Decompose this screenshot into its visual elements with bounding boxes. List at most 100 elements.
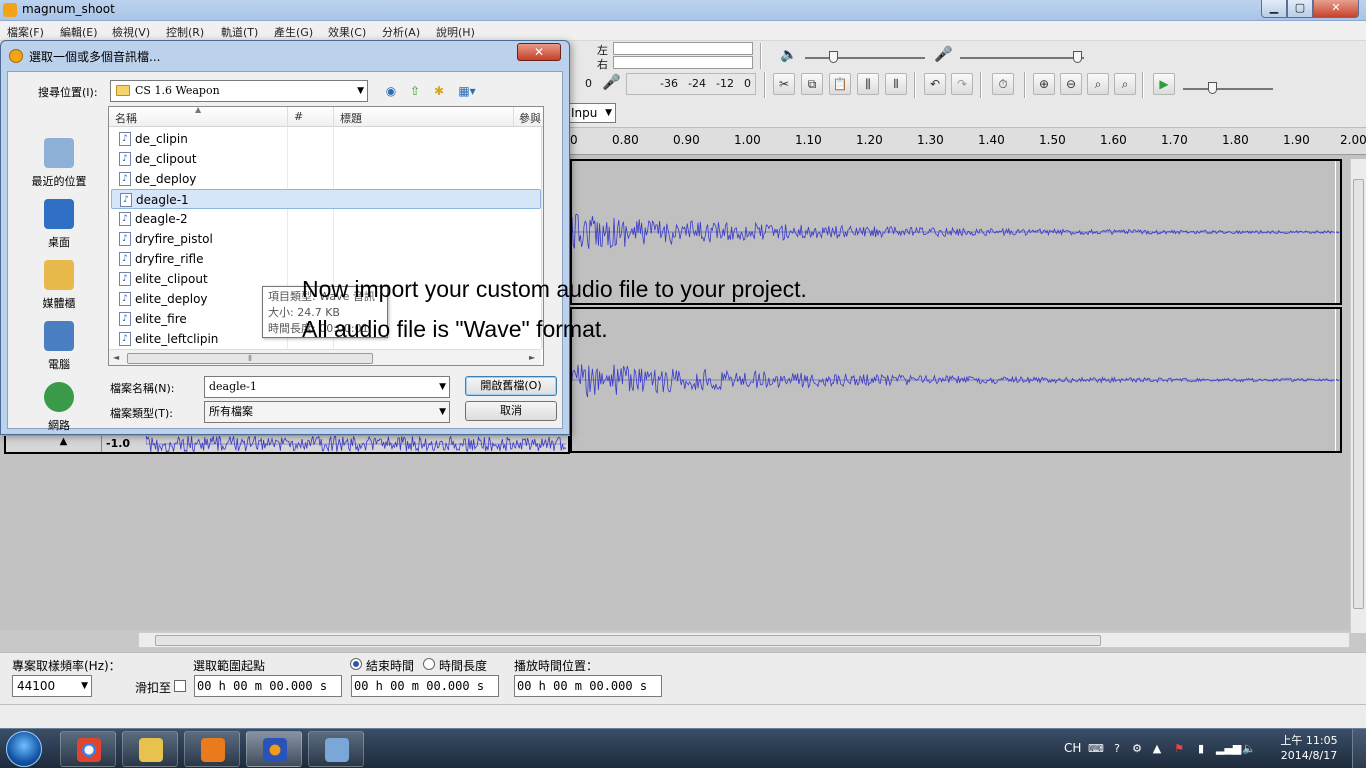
play-speed-slider[interactable] (1183, 88, 1273, 90)
help-icon[interactable]: ? (1110, 742, 1124, 756)
play-at-speed-icon[interactable]: ▶ (1153, 73, 1175, 95)
audio-position-time-field[interactable]: 00 h 00 m 00.000 s (514, 675, 662, 697)
show-hidden-icons-icon[interactable]: ▲ (1150, 742, 1164, 756)
menu-view[interactable]: 檢視(V) (112, 24, 150, 40)
input-source-value: Inpu (571, 106, 598, 120)
volume-icon[interactable]: 🔈 (1242, 742, 1256, 756)
paste-icon[interactable]: 📋 (829, 73, 851, 95)
language-indicator[interactable]: CH (1064, 741, 1081, 755)
column-number[interactable]: # (294, 110, 303, 123)
action-center-icon[interactable]: ⚑ (1172, 742, 1186, 756)
scroll-left-icon[interactable]: ◄ (113, 353, 119, 362)
taskbar-chrome[interactable] (60, 731, 116, 767)
trim-icon[interactable]: ✂ (773, 73, 795, 95)
playback-meter-right[interactable] (613, 56, 753, 69)
wifi-signal-icon[interactable]: ▂▄▆ (1216, 742, 1241, 756)
place-desktop[interactable]: 桌面 (16, 199, 102, 259)
file-row[interactable]: ♪ deagle-2 (111, 209, 541, 229)
place-recent[interactable]: 最近的位置 (16, 138, 102, 198)
silence-icon[interactable]: ⫴ (885, 73, 907, 95)
trim-outside-icon[interactable]: ⫼ (857, 73, 879, 95)
look-in-combo[interactable]: CS 1.6 Weapon ▼ (110, 80, 368, 102)
show-desktop-button[interactable] (1352, 729, 1366, 768)
selection-end-time-field[interactable]: 00 h 00 m 00.000 s (351, 675, 499, 697)
column-title[interactable]: 標題 (340, 110, 362, 126)
cancel-button[interactable]: 取消 (465, 401, 557, 421)
scrollbar-thumb[interactable] (1353, 179, 1364, 609)
new-folder-icon[interactable]: ✱ (430, 82, 448, 100)
taskbar-media-player[interactable] (184, 731, 240, 767)
playback-volume-slider[interactable] (805, 57, 925, 59)
file-row[interactable]: ♪ dryfire_pistol (111, 229, 541, 249)
copy-icon[interactable]: ⧉ (801, 73, 823, 95)
play-speed-thumb[interactable] (1208, 82, 1217, 94)
end-time-radio[interactable] (350, 658, 362, 670)
menu-control[interactable]: 控制(R) (166, 24, 204, 40)
horizontal-scrollbar[interactable] (138, 632, 1350, 648)
file-row[interactable]: ♪ de_deploy (111, 169, 541, 189)
menu-effect[interactable]: 效果(C) (328, 24, 366, 40)
maximize-button[interactable]: ▢ (1287, 0, 1313, 18)
place-libraries[interactable]: 媒體櫃 (16, 260, 102, 320)
place-computer[interactable]: 電腦 (16, 321, 102, 381)
file-name-label: 檔案名稱(N): (110, 382, 175, 395)
file-type-select[interactable]: 所有檔案 ▼ (204, 401, 450, 423)
sync-lock-icon[interactable]: ⏱ (992, 73, 1014, 95)
minimize-button[interactable]: ▁ (1261, 0, 1287, 18)
column-contributing[interactable]: 參與 (519, 110, 541, 126)
column-name[interactable]: 名稱 (115, 110, 137, 126)
undo-icon[interactable]: ↶ (924, 73, 946, 95)
menu-help[interactable]: 說明(H) (436, 24, 475, 40)
scroll-right-icon[interactable]: ► (529, 353, 535, 362)
file-row[interactable]: ♪ dryfire_rifle (111, 249, 541, 269)
open-button[interactable]: 開啟舊檔(O) (465, 376, 557, 396)
file-row-selected[interactable]: ♪ deagle-1 (111, 189, 541, 209)
input-source-combo[interactable]: Inpu ▼ (566, 103, 616, 123)
snap-to-checkbox[interactable] (174, 680, 186, 692)
file-row[interactable]: ♪ de_clipin (111, 129, 541, 149)
project-rate-combo[interactable]: 44100 ▼ (12, 675, 92, 697)
taskbar-explorer[interactable] (122, 731, 178, 767)
scrollbar-thumb[interactable]: ⦀ (127, 353, 373, 364)
menu-generate[interactable]: 產生(G) (274, 24, 313, 40)
playback-meter-left[interactable] (613, 42, 753, 55)
computer-icon (44, 321, 74, 351)
taskbar-paint[interactable] (308, 731, 364, 767)
selection-start-time-field[interactable]: 00 h 00 m 00.000 s (194, 675, 342, 697)
zoom-in-icon[interactable]: ⊕ (1033, 73, 1055, 95)
waveform (146, 436, 566, 452)
menu-file[interactable]: 檔案(F) (7, 24, 44, 40)
scrollbar-thumb[interactable] (155, 635, 1101, 646)
close-button[interactable]: ✕ (1313, 0, 1359, 18)
menu-analyze[interactable]: 分析(A) (382, 24, 420, 40)
audio-track-right-channel[interactable] (570, 307, 1342, 453)
menu-tracks[interactable]: 軌道(T) (221, 24, 258, 40)
zoom-out-icon[interactable]: ⊖ (1060, 73, 1082, 95)
file-row[interactable]: ♪ de_clipout (111, 149, 541, 169)
keyboard-icon[interactable]: ⌨ (1088, 742, 1104, 756)
dialog-titlebar[interactable]: 選取一個或多個音訊檔... ✕ (1, 41, 569, 69)
record-meter-mic-icon[interactable]: 🎤 (602, 73, 621, 91)
menu-edit[interactable]: 編輯(E) (60, 24, 98, 40)
ime-settings-icon[interactable]: ⚙ (1130, 742, 1144, 756)
taskbar-audacity[interactable] (246, 731, 302, 767)
dialog-close-button[interactable]: ✕ (517, 43, 561, 61)
recording-volume-thumb[interactable] (1073, 51, 1082, 63)
battery-icon[interactable]: ▮ (1194, 742, 1208, 756)
view-menu-icon[interactable]: ▦▾ (454, 82, 480, 100)
vertical-scrollbar[interactable] (1350, 159, 1366, 633)
taskbar-clock[interactable]: 上午 11:05 2014/8/17 (1274, 733, 1344, 763)
fit-selection-icon[interactable]: ⌕ (1087, 73, 1109, 95)
file-list-horizontal-scrollbar[interactable]: ◄ ⦀ ► (109, 349, 541, 365)
playback-volume-thumb[interactable] (829, 51, 838, 63)
fit-project-icon[interactable]: ⌕ (1114, 73, 1136, 95)
up-folder-icon[interactable]: ⇧ (406, 82, 424, 100)
redo-icon[interactable]: ↷ (951, 73, 973, 95)
file-name-input[interactable]: deagle-1 ▼ (204, 376, 450, 398)
place-network[interactable]: 網路 (16, 382, 102, 442)
length-radio[interactable] (423, 658, 435, 670)
back-icon[interactable]: ◉ (382, 82, 400, 100)
start-button[interactable] (6, 731, 42, 767)
app-icon (3, 3, 17, 17)
recording-volume-slider[interactable] (960, 57, 1084, 59)
